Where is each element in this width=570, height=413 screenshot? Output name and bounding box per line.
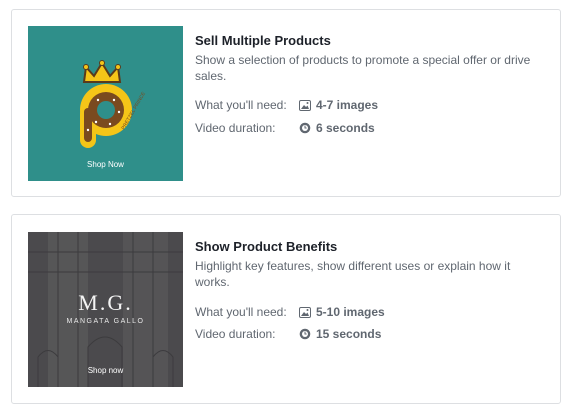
image-icon bbox=[299, 306, 311, 318]
template-thumbnail: M.G. MANGATA GALLO Shop now bbox=[28, 232, 183, 387]
template-card-sell-multiple-products[interactable]: PRETZEL PRINCE Shop Now Sell Multiple Pr… bbox=[11, 9, 561, 197]
duration-label: Video duration: bbox=[195, 121, 276, 135]
image-icon bbox=[299, 99, 311, 111]
shop-now-label: Shop Now bbox=[87, 160, 124, 169]
needs-label: What you'll need: bbox=[195, 98, 287, 112]
needs-value: 4-7 images bbox=[316, 98, 379, 112]
video-duration-icon bbox=[299, 328, 311, 340]
card-title: Sell Multiple Products bbox=[195, 33, 331, 48]
shop-now-label: Shop now bbox=[87, 366, 124, 375]
needs-label: What you'll need: bbox=[195, 305, 287, 319]
card-description: Highlight key features, show different u… bbox=[195, 259, 511, 289]
duration-value: 15 seconds bbox=[316, 327, 382, 341]
card-description: Show a selection of products to promote … bbox=[195, 53, 531, 83]
brand-logo-subtitle: MANGATA GALLO bbox=[66, 318, 145, 325]
brand-logo: M.G. bbox=[78, 290, 133, 315]
requirements-row: What you'll need: 5-10 images bbox=[195, 305, 385, 319]
card-title: Show Product Benefits bbox=[195, 239, 338, 254]
template-card-show-product-benefits[interactable]: M.G. MANGATA GALLO Shop now Show Product… bbox=[11, 214, 561, 404]
video-duration-icon bbox=[299, 122, 311, 134]
duration-value: 6 seconds bbox=[316, 121, 375, 135]
duration-row: Video duration: 6 seconds bbox=[195, 121, 375, 135]
requirements-row: What you'll need: 4-7 images bbox=[195, 98, 378, 112]
template-thumbnail: PRETZEL PRINCE Shop Now bbox=[28, 26, 183, 181]
needs-value: 5-10 images bbox=[316, 305, 385, 319]
duration-label: Video duration: bbox=[195, 327, 276, 341]
pretzel-crown-logo: PRETZEL PRINCE bbox=[80, 60, 147, 148]
duration-row: Video duration: 15 seconds bbox=[195, 327, 381, 341]
